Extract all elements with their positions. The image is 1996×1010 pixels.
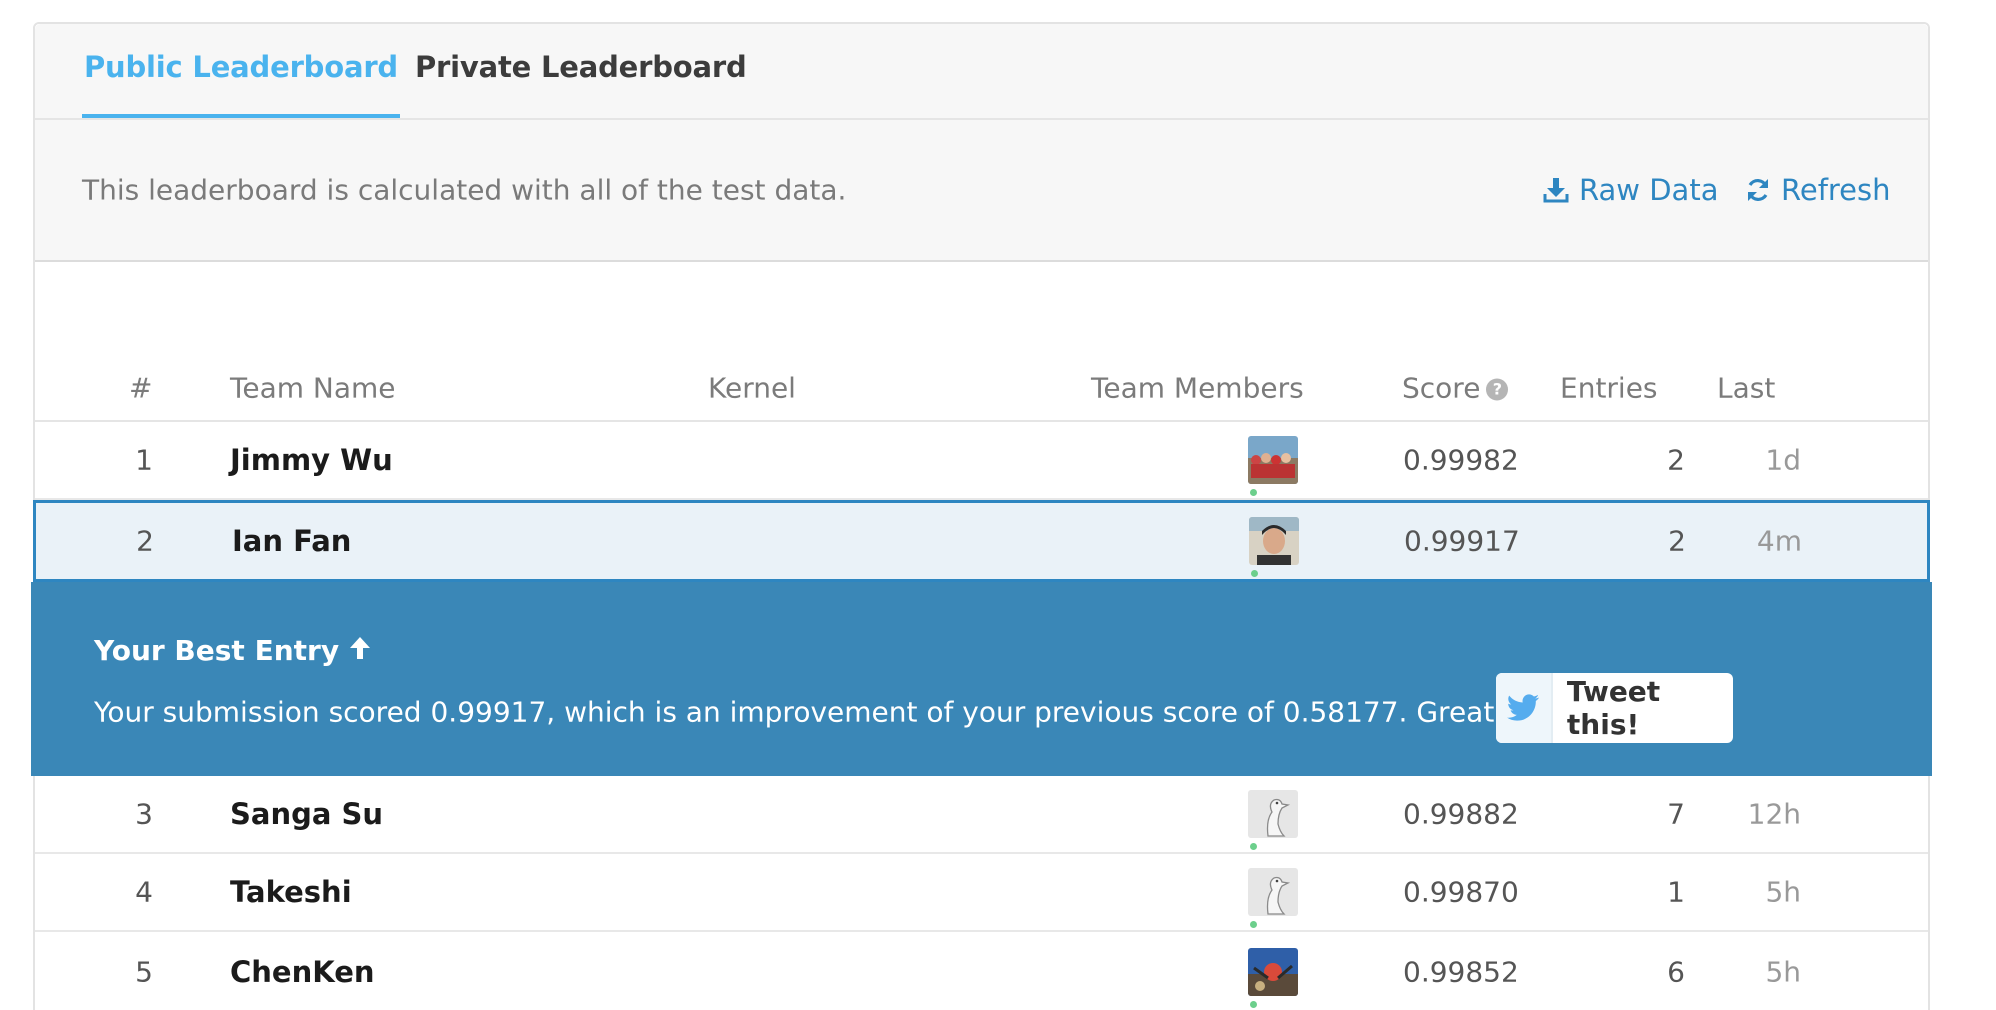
row-score: 0.99870 [1403,875,1519,909]
refresh-button[interactable]: Refresh [1745,173,1891,207]
online-indicator [1250,1001,1257,1008]
team-member-avatar[interactable] [1248,790,1298,850]
column-header-team-members: Team Members [1091,371,1304,405]
row-rank: 5 [135,955,153,989]
tab-public-leaderboard[interactable]: Public Leaderboard [82,50,400,118]
table-row: 3 Sanga Su 0.99882 7 12h [35,776,1928,854]
online-indicator [1250,921,1257,928]
goose-avatar [1248,868,1298,916]
raw-data-label: Raw Data [1579,173,1719,207]
leaderboard-description: This leaderboard is calculated with all … [82,173,847,207]
table-row-current-user: 2 Ian Fan 0.99917 2 4m [33,500,1930,582]
row-team-name[interactable]: Ian Fan [232,524,351,558]
table-row: 5 ChenKen 0.99852 6 5h [35,934,1928,1010]
column-header-entries[interactable]: Entries [1560,372,1658,405]
online-indicator [1251,570,1258,577]
refresh-label: Refresh [1781,173,1891,207]
row-rank: 1 [135,443,153,477]
raw-data-button[interactable]: Raw Data [1543,173,1718,207]
online-indicator [1250,843,1257,850]
column-header-last[interactable]: Last [1717,372,1775,405]
tweet-button[interactable]: Tweet this! [1496,673,1733,743]
team-member-avatar[interactable] [1248,948,1298,1008]
column-header-kernel: Kernel [708,371,796,405]
row-rank: 3 [135,797,153,831]
arrow-up-icon [349,634,371,667]
leaderboard-tabs: Public Leaderboard Private Leaderboard [35,24,1928,120]
team-member-avatar[interactable] [1249,517,1299,577]
row-entries: 2 [1668,524,1686,558]
leaderboard-panel: Public Leaderboard Private Leaderboard T… [31,22,1932,1010]
row-score: 0.99882 [1403,797,1519,831]
row-team-name[interactable]: ChenKen [230,955,375,989]
column-header-rank: # [129,371,153,405]
refresh-icon [1745,177,1771,203]
goose-avatar [1248,790,1298,838]
person-photo-avatar [1249,517,1299,565]
row-score: 0.99917 [1404,524,1520,558]
row-entries: 6 [1667,955,1685,989]
online-indicator [1250,489,1257,496]
outdoor-photo-avatar [1248,948,1298,996]
row-last: 12h [1747,797,1801,831]
row-rank: 2 [136,524,154,558]
team-member-avatar[interactable] [1248,436,1298,496]
row-last: 1d [1765,443,1801,477]
twitter-icon [1496,673,1553,743]
leaderboard-info-bar: This leaderboard is calculated with all … [35,120,1928,262]
column-header-team-name[interactable]: Team Name [230,372,396,405]
row-entries: 7 [1667,797,1685,831]
table-header: # Team Name Kernel Team Members Score? E… [35,356,1928,422]
leaderboard-page: Public Leaderboard Private Leaderboard T… [0,0,1996,1010]
row-entries: 2 [1667,443,1685,477]
tweet-button-label: Tweet this! [1566,675,1661,741]
row-last: 5h [1765,875,1801,909]
row-team-name[interactable]: Takeshi [230,875,352,909]
best-entry-title-text: Your Best Entry [94,634,340,667]
table-row: 1 Jimmy Wu 0.99982 2 1d [35,422,1928,500]
score-header-label: Score [1402,371,1481,405]
team-member-avatar[interactable] [1248,868,1298,928]
row-last: 4m [1756,524,1802,558]
row-score: 0.99982 [1403,443,1519,477]
row-team-name[interactable]: Sanga Su [230,797,383,831]
tab-private-leaderboard[interactable]: Private Leaderboard [415,50,747,118]
row-team-name[interactable]: Jimmy Wu [230,443,393,477]
row-rank: 4 [135,875,153,909]
best-entry-banner: Your Best Entry Your submission scored 0… [31,582,1932,776]
best-entry-message: Your submission scored 0.99917, which is… [94,695,1558,729]
column-header-score[interactable]: Score? [1402,371,1509,405]
row-entries: 1 [1667,875,1685,909]
table-row: 4 Takeshi 0.99870 1 5h [35,854,1928,932]
best-entry-title: Your Best Entry [94,634,371,667]
download-icon [1543,177,1569,203]
row-last: 5h [1765,955,1801,989]
group-photo-avatar [1248,436,1298,484]
help-icon[interactable]: ? [1486,378,1509,401]
row-score: 0.99852 [1403,955,1519,989]
